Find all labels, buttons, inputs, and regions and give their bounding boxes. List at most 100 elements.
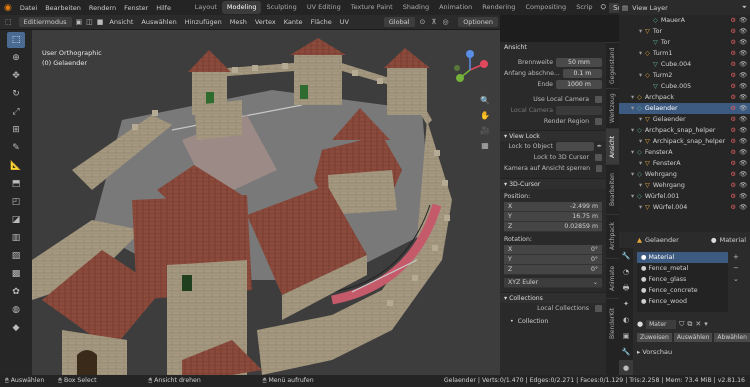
visibility-eye-icon[interactable]: 👁 bbox=[739, 81, 747, 92]
bevel-tool-icon[interactable]: ◪ bbox=[7, 212, 25, 228]
poly-build-tool-icon[interactable]: ▩ bbox=[7, 266, 25, 282]
visibility-eye-icon[interactable]: 👁 bbox=[739, 125, 747, 136]
menu-edge[interactable]: Kante bbox=[280, 18, 307, 26]
transform-tool-icon[interactable]: ⊞ bbox=[7, 122, 25, 138]
outliner-row[interactable]: ▾ ◇ Turm1 ⚙ 👁 bbox=[619, 48, 750, 59]
add-slot-icon[interactable]: + bbox=[733, 252, 739, 263]
object-props-icon[interactable]: ▣ bbox=[619, 328, 633, 344]
outliner-row[interactable]: ▽ Tor ⚙ 👁 bbox=[619, 37, 750, 48]
scene-icon[interactable]: ⛭ bbox=[598, 3, 610, 12]
outliner-row[interactable]: ▽ Cube.005 ⚙ 👁 bbox=[619, 81, 750, 92]
cursor-y-field[interactable]: Y 16.75 m bbox=[504, 212, 602, 222]
preview-panel-header[interactable]: ▸ Vorschau bbox=[637, 348, 746, 356]
visibility-eye-icon[interactable]: 👁 bbox=[739, 37, 747, 48]
menu-face[interactable]: Fläche bbox=[307, 18, 336, 26]
visibility-eye-icon[interactable]: 👁 bbox=[739, 158, 747, 169]
outliner-row[interactable]: ▾ ◇ Wehrgang ⚙ 👁 bbox=[619, 169, 750, 180]
render-region-checkbox[interactable] bbox=[595, 118, 602, 125]
outliner-row[interactable]: ▾ ▽ FensterA ⚙ 👁 bbox=[619, 158, 750, 169]
camera-icon[interactable]: 🎥 bbox=[479, 126, 491, 138]
editor-type-icon[interactable]: ⬚ bbox=[0, 18, 17, 26]
use-local-camera-checkbox[interactable] bbox=[595, 96, 602, 103]
cursor-z-field[interactable]: Z 0.02859 m bbox=[504, 222, 602, 232]
outliner-row[interactable]: ▾ ▽ Tor ⚙ 👁 bbox=[619, 26, 750, 37]
tab-texture-paint[interactable]: Texture Paint bbox=[346, 1, 398, 14]
spin-tool-icon[interactable]: ✿ bbox=[7, 284, 25, 300]
proportional-icon[interactable]: ◎ bbox=[440, 18, 452, 26]
tab-animate[interactable]: Animate bbox=[606, 258, 619, 298]
collection-label[interactable]: Collection bbox=[518, 318, 549, 325]
tab-blenderkit[interactable]: BlenderKit bbox=[606, 298, 619, 348]
visibility-eye-icon[interactable]: 👁 bbox=[739, 169, 747, 180]
collections-header[interactable]: ▾ Collections bbox=[500, 292, 606, 303]
material-slot-4[interactable]: ● Fence_wood bbox=[637, 296, 728, 307]
deselect-button[interactable]: Abwählen bbox=[714, 333, 750, 342]
local-camera-field[interactable] bbox=[556, 106, 602, 115]
focal-field[interactable]: 50 mm bbox=[556, 58, 602, 67]
3d-cursor-header[interactable]: ▾ 3D-Cursor bbox=[500, 178, 606, 189]
material-name-field[interactable]: Mater bbox=[646, 319, 677, 329]
menu-help[interactable]: Hilfe bbox=[152, 4, 175, 12]
menu-render[interactable]: Rendern bbox=[85, 4, 120, 12]
visibility-eye-icon[interactable]: 👁 bbox=[739, 103, 747, 114]
visibility-eye-icon[interactable]: 👁 bbox=[739, 26, 747, 37]
face-select-icon[interactable]: ■ bbox=[95, 18, 106, 26]
material-props-icon[interactable]: ● bbox=[619, 360, 633, 376]
move-tool-icon[interactable]: ✥ bbox=[7, 68, 25, 84]
vertex-select-icon[interactable]: ▣ bbox=[74, 18, 85, 26]
lock-camera-checkbox[interactable] bbox=[596, 165, 602, 172]
pivot-icon[interactable]: ⊙ bbox=[417, 18, 429, 26]
visibility-eye-icon[interactable]: 👁 bbox=[739, 114, 747, 125]
outliner-row[interactable]: ▾ ▽ Würfel.004 ⚙ 👁 bbox=[619, 202, 750, 213]
output-props-icon[interactable]: 🖶 bbox=[619, 280, 633, 296]
outliner-row[interactable]: ▾ ◇ FensterA ⚙ 👁 bbox=[619, 147, 750, 158]
zoom-icon[interactable]: 🔍 bbox=[479, 96, 491, 108]
rotation-mode-dropdown[interactable]: XYZ Euler ⌄ bbox=[504, 278, 602, 288]
outliner-row[interactable]: ▽ Cube.004 ⚙ 👁 bbox=[619, 59, 750, 70]
outliner-row[interactable]: ▾ ◇ Archpack_snap_helper ⚙ 👁 bbox=[619, 125, 750, 136]
material-slot-0[interactable]: ● Material bbox=[637, 252, 728, 263]
outliner-row[interactable]: ▾ ◇ Gelaender ⚙ 👁 bbox=[619, 103, 750, 114]
tab-scripting[interactable]: Scrip bbox=[571, 1, 597, 14]
outliner-row[interactable]: ▾ ◇ Archpack ⚙ 👁 bbox=[619, 92, 750, 103]
smooth-tool-icon[interactable]: ◍ bbox=[7, 302, 25, 318]
local-collections-checkbox[interactable] bbox=[595, 305, 602, 312]
visibility-eye-icon[interactable]: 👁 bbox=[739, 180, 747, 191]
inset-tool-icon[interactable]: ◰ bbox=[7, 194, 25, 210]
menu-uv[interactable]: UV bbox=[336, 18, 353, 26]
extrude-tool-icon[interactable]: ⬒ bbox=[7, 176, 25, 192]
tab-item[interactable]: Gegenstand bbox=[606, 42, 619, 88]
filter-icon[interactable]: ⏷ bbox=[742, 3, 747, 12]
loop-cut-tool-icon[interactable]: ▥ bbox=[7, 230, 25, 246]
rot-y-field[interactable]: Y 0° bbox=[504, 255, 602, 265]
tab-shading[interactable]: Shading bbox=[398, 1, 434, 14]
outliner-row[interactable]: ◇ MauerA ⚙ 👁 bbox=[619, 15, 750, 26]
tab-view[interactable]: Ansicht bbox=[606, 128, 619, 164]
lock-object-field[interactable] bbox=[555, 142, 594, 151]
outliner-row[interactable]: ▾ ◇ Turm2 ⚙ 👁 bbox=[619, 70, 750, 81]
3d-viewport[interactable] bbox=[32, 30, 500, 375]
visibility-eye-icon[interactable]: 👁 bbox=[739, 48, 747, 59]
assign-button[interactable]: Zuweisen bbox=[637, 333, 672, 342]
scene-props-icon[interactable]: ✦ bbox=[619, 296, 633, 312]
tab-archpack[interactable]: Archpack bbox=[606, 214, 619, 258]
select-box-tool-icon[interactable]: ⬚ bbox=[7, 32, 25, 48]
material-slot-1[interactable]: ● Fence_metal bbox=[637, 263, 728, 274]
visibility-eye-icon[interactable]: 👁 bbox=[739, 202, 747, 213]
scale-tool-icon[interactable]: ⤢ bbox=[7, 104, 25, 120]
clip-end-field[interactable]: 1000 m bbox=[556, 80, 602, 89]
grid-icon[interactable]: ▦ bbox=[479, 141, 491, 153]
cursor-tool-icon[interactable]: ⊕ bbox=[7, 50, 25, 66]
navigation-gizmo[interactable] bbox=[450, 48, 490, 88]
menu-mesh[interactable]: Mesh bbox=[226, 18, 251, 26]
visibility-eye-icon[interactable]: 👁 bbox=[739, 191, 747, 202]
unlink-icon[interactable]: ✕ bbox=[695, 320, 701, 328]
rot-x-field[interactable]: X 0° bbox=[504, 245, 602, 255]
pan-hand-icon[interactable]: ✋ bbox=[479, 111, 491, 123]
material-browse-icon[interactable]: ● bbox=[637, 320, 643, 328]
menu-window[interactable]: Fenster bbox=[120, 4, 152, 12]
menu-edit[interactable]: Bearbeiten bbox=[41, 4, 85, 12]
outliner-row[interactable]: ▾ ▽ Gelaender ⚙ 👁 bbox=[619, 114, 750, 125]
tab-tool[interactable]: Werkzeug bbox=[606, 88, 619, 128]
remove-slot-icon[interactable]: − bbox=[733, 263, 739, 274]
